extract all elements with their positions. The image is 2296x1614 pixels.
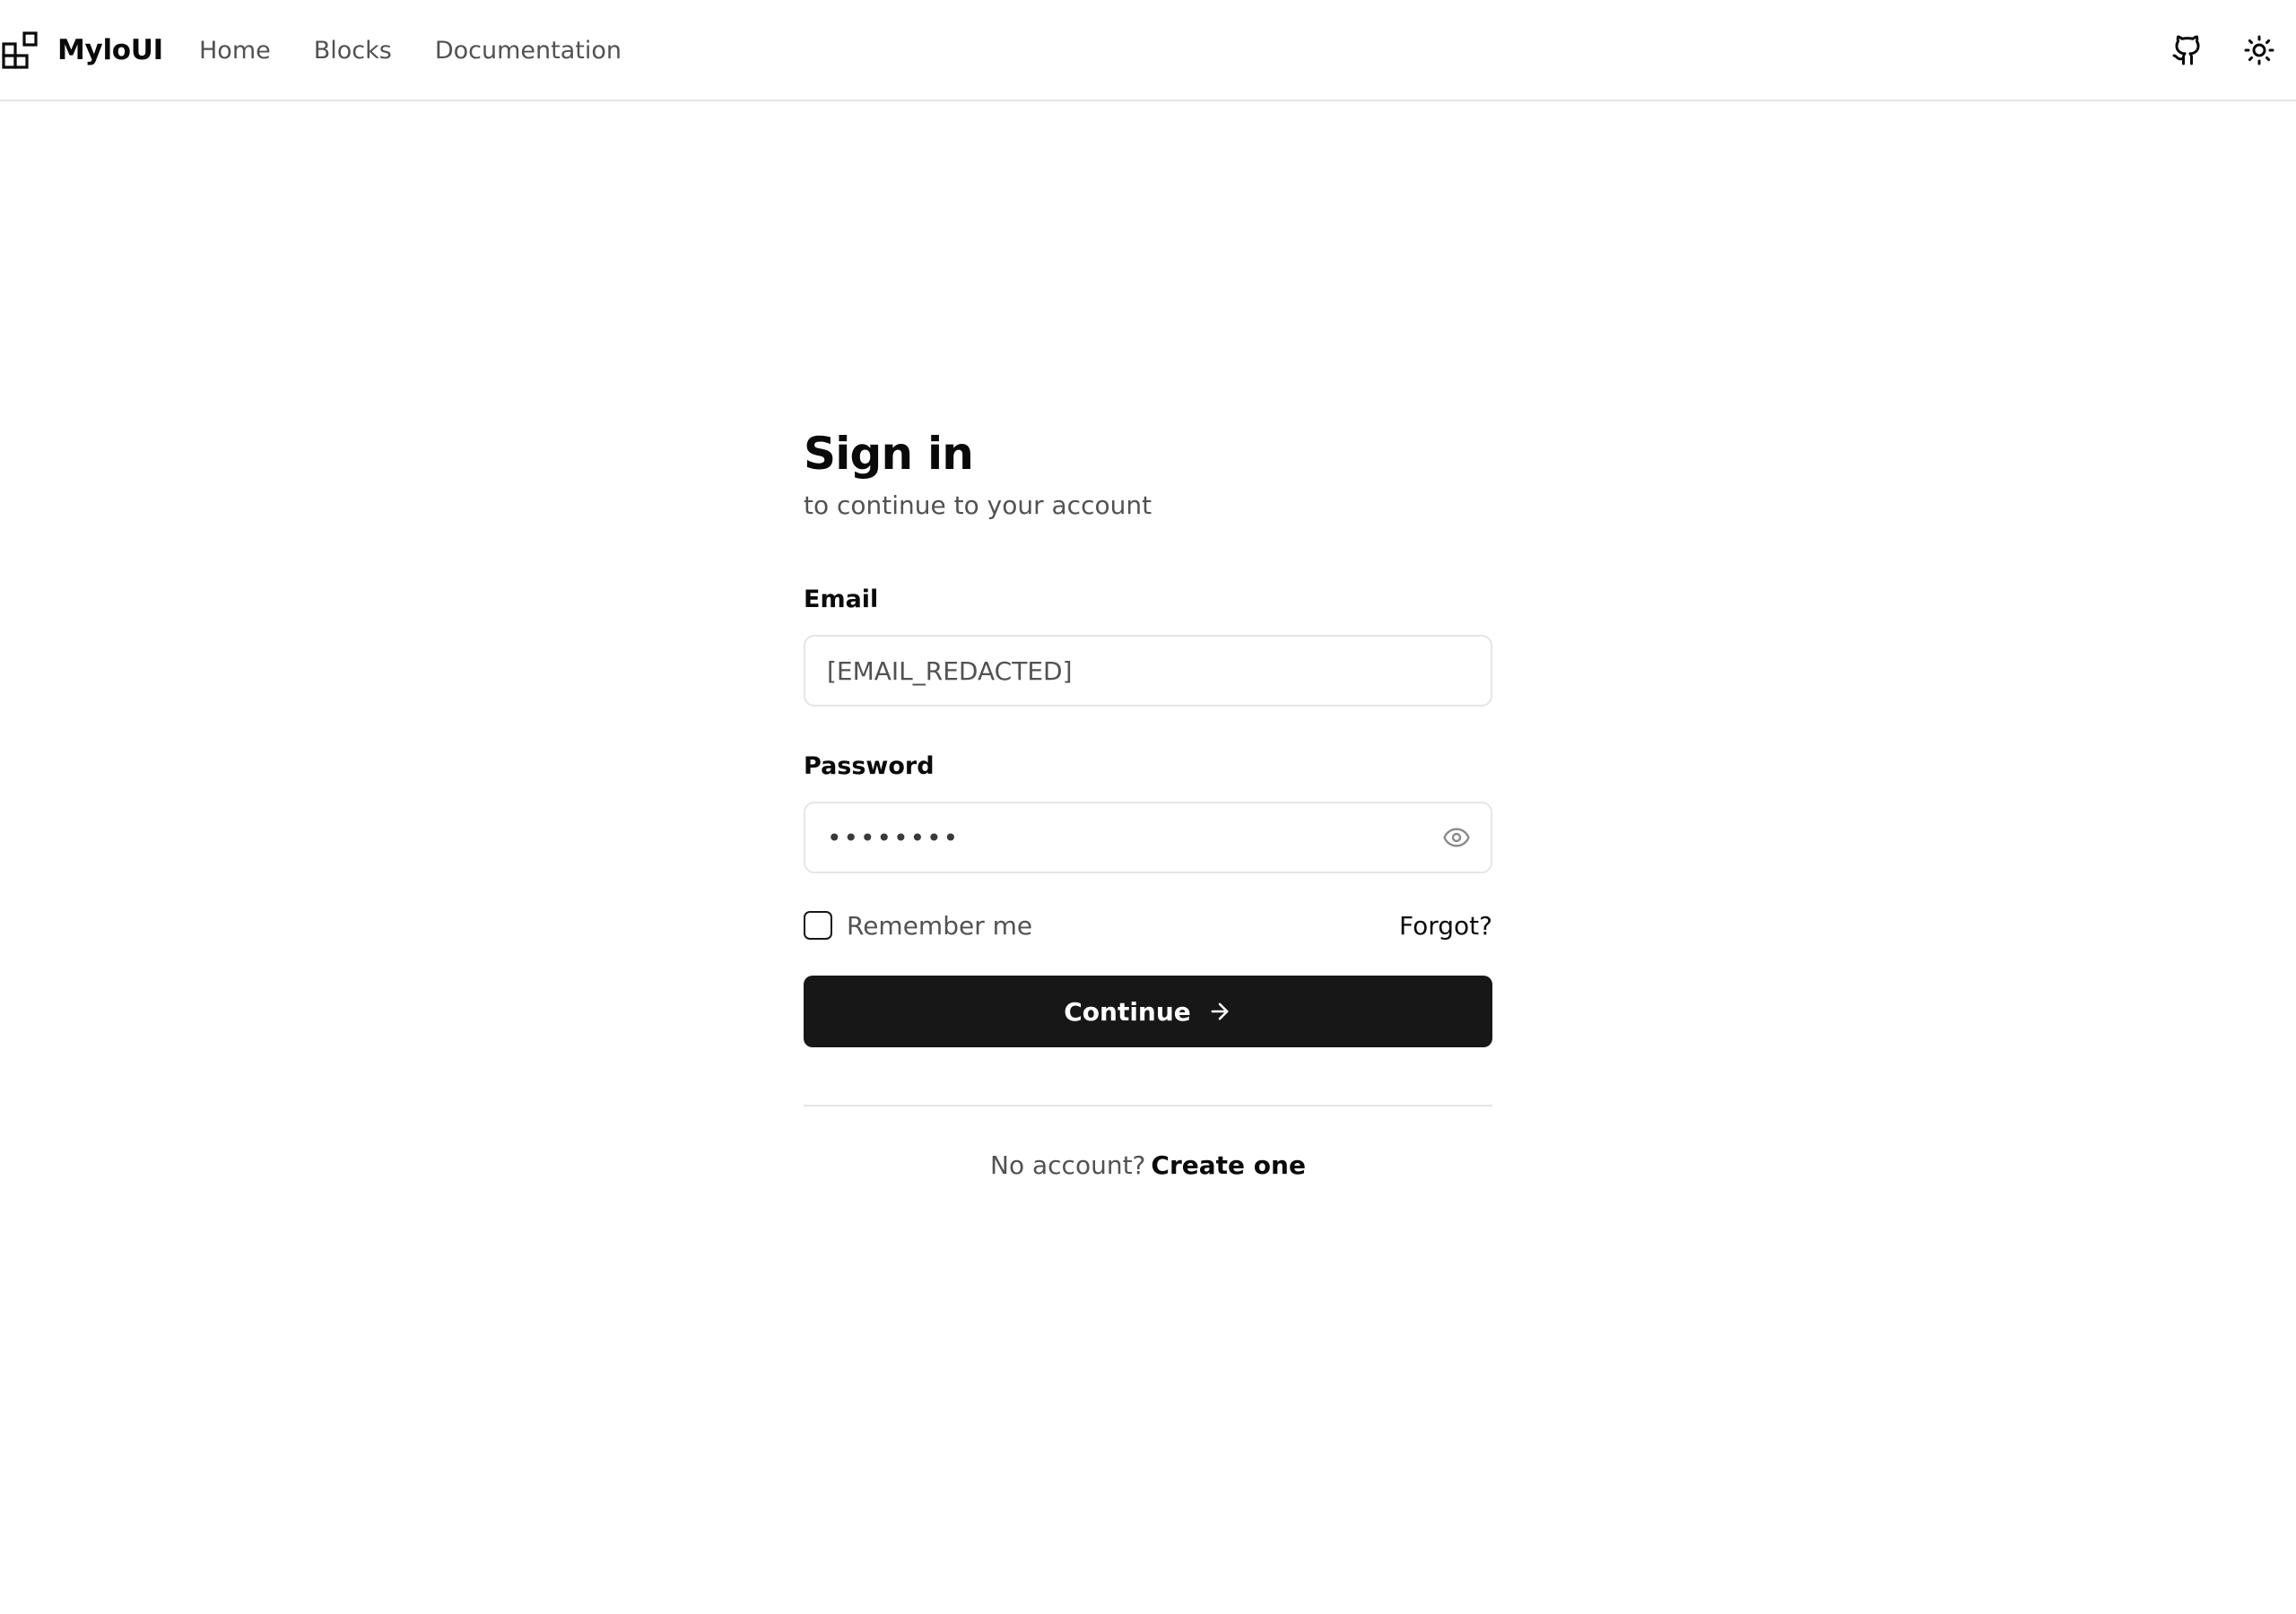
forgot-password-link[interactable]: Forgot? [1399, 911, 1492, 941]
page-subtitle: to continue to your account [804, 490, 1152, 520]
nav-link-documentation[interactable]: Documentation [435, 37, 622, 65]
signup-row: No account? Create one [804, 1150, 1492, 1182]
blocks-logo-icon [2, 31, 38, 69]
nav-link-home[interactable]: Home [199, 37, 271, 65]
show-password-button[interactable] [1440, 821, 1473, 854]
brand-name: MyloUI [57, 34, 163, 66]
eye-icon [1443, 828, 1470, 847]
divider [804, 1105, 1492, 1106]
sun-icon [2244, 35, 2274, 65]
email-field[interactable] [805, 637, 1491, 705]
github-icon [2172, 35, 2200, 65]
remember-me-label[interactable]: Remember me [847, 911, 1032, 941]
nav-link-blocks[interactable]: Blocks [314, 37, 392, 65]
remember-me-checkbox[interactable] [804, 911, 832, 940]
password-field[interactable] [805, 803, 1491, 872]
sign-in-form: Sign in to continue to your account Emai… [804, 421, 1492, 1182]
email-field-wrapper [804, 635, 1492, 707]
brand-home-link[interactable]: MyloUI [2, 30, 163, 70]
top-navigation-bar: MyloUI Home Blocks Documentation [0, 0, 2296, 101]
email-label: Email [804, 586, 879, 613]
continue-button[interactable]: Continue [804, 976, 1492, 1047]
continue-button-label: Continue [1064, 996, 1191, 1027]
password-label: Password [804, 752, 935, 780]
signup-prompt: No account? [990, 1150, 1146, 1180]
create-account-link[interactable]: Create one [1151, 1150, 1306, 1180]
password-field-wrapper [804, 802, 1492, 873]
github-button[interactable] [2168, 30, 2207, 70]
page-title: Sign in [804, 428, 974, 480]
form-options-row: Remember me Forgot? [804, 909, 1492, 941]
theme-toggle-button[interactable] [2239, 30, 2279, 70]
main-nav: Home Blocks Documentation [199, 30, 665, 70]
arrow-right-icon [1211, 1002, 1229, 1020]
remember-me-toggle[interactable]: Remember me [804, 911, 1032, 941]
